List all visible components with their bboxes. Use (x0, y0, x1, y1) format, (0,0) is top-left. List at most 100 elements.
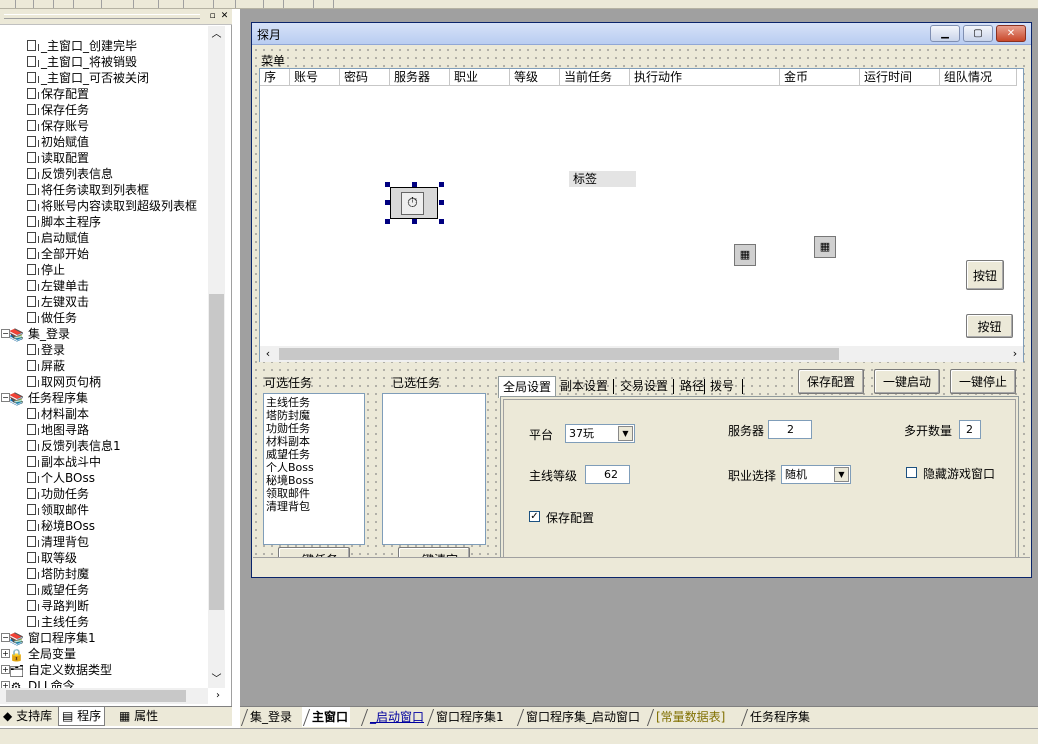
resize-handle[interactable] (385, 200, 390, 205)
tree-item[interactable]: 全部开始 (27, 246, 89, 262)
tab-trade-settings[interactable]: 交易设置 (616, 376, 672, 396)
column-header[interactable]: 服务器 (390, 69, 450, 86)
document-tab[interactable]: 集_登录 (240, 707, 294, 727)
tree-item[interactable]: 启动赋值 (27, 230, 89, 246)
toolbar-button[interactable] (300, 0, 314, 8)
list-item[interactable]: 功勋任务 (266, 422, 362, 435)
resize-handle[interactable] (385, 182, 390, 187)
toolbar-button[interactable] (2, 0, 16, 8)
column-header[interactable]: 等级 (510, 69, 560, 86)
list-item[interactable]: 清理背包 (266, 500, 362, 513)
minimize-icon[interactable]: ▁ (930, 25, 960, 42)
server-input[interactable]: 2 (768, 420, 812, 439)
list-horizontal-scrollbar[interactable]: ‹ › (260, 346, 1023, 362)
resize-handle[interactable] (412, 182, 417, 187)
list-item[interactable]: 威望任务 (266, 448, 362, 461)
maximize-icon[interactable]: ▢ (963, 25, 993, 42)
tree-item[interactable]: 副本战斗中 (27, 454, 101, 470)
tab-dungeon-settings[interactable]: 副本设置 (556, 376, 612, 396)
account-list-view[interactable]: 序账号 密码 服务器 职业 等级 当前任务 执行动作 金币 运行时间 组队情况 ‹ › (259, 68, 1024, 362)
tree-item[interactable]: _主窗口_将被销毁 (27, 54, 137, 70)
tree-item[interactable]: _主窗口_创建完毕 (27, 38, 137, 54)
toolbar-button[interactable] (145, 0, 159, 8)
toolbar-button[interactable] (40, 0, 54, 8)
tree-item[interactable]: 塔防封魔 (27, 566, 89, 582)
toolbar-button[interactable] (20, 0, 34, 8)
resize-handle[interactable] (439, 182, 444, 187)
chevron-right-icon[interactable]: › (1007, 346, 1023, 362)
toolbar-button[interactable] (320, 0, 334, 8)
tree-item[interactable]: 将任务读取到列表框 (27, 182, 149, 198)
tree-item[interactable]: 寻路判断 (27, 598, 89, 614)
tree-item[interactable]: 秘境BOss (27, 518, 95, 534)
tree-item[interactable]: 保存配置 (27, 86, 89, 102)
tree-item[interactable]: 个人BOss (27, 470, 95, 486)
toolbar-button[interactable] (222, 0, 236, 8)
toolbar-button[interactable] (250, 0, 264, 8)
column-header[interactable]: 运行时间 (860, 69, 940, 86)
tree-item[interactable]: 停止 (27, 262, 65, 278)
list-item[interactable]: 个人Boss (266, 461, 362, 474)
calendar-icon[interactable]: ▦ (734, 244, 756, 266)
scroll-thumb[interactable] (209, 294, 224, 610)
tree-item[interactable]: 屏蔽 (27, 358, 65, 374)
resize-handle[interactable] (439, 219, 444, 224)
column-header[interactable]: 组队情况 (940, 69, 1017, 86)
tree-item[interactable]: 清理背包 (27, 534, 89, 550)
tree-item[interactable]: 左键双击 (27, 294, 89, 310)
button-control[interactable]: 按钮 (966, 260, 1004, 290)
tree-group-item[interactable]: + ⚙ DLL命令 (1, 678, 75, 688)
tab-dial[interactable]: 拨号 (706, 376, 738, 396)
list-item[interactable]: 材料副本 (266, 435, 362, 448)
column-header[interactable]: 职业 (450, 69, 510, 86)
column-header[interactable]: 当前任务 (560, 69, 630, 86)
multi-open-input[interactable]: 2 (959, 420, 981, 439)
tree-group-item[interactable]: − 📚 窗口程序集1 (1, 630, 96, 646)
tab-global-settings[interactable]: 全局设置 (498, 376, 557, 398)
tree-item[interactable]: 功勋任务 (27, 486, 89, 502)
tree-item[interactable]: 将账号内容读取到超级列表框 (27, 198, 197, 214)
hide-window-checkbox[interactable] (906, 467, 917, 478)
chevron-up-icon[interactable]: ︿ (208, 26, 225, 43)
chevron-down-icon[interactable]: ▼ (618, 426, 633, 441)
tree-item[interactable]: 读取配置 (27, 150, 89, 166)
tree-group-item[interactable]: + 🔒 全局变量 (1, 646, 76, 662)
column-header[interactable]: 账号 (290, 69, 340, 86)
resize-handle[interactable] (385, 219, 390, 224)
tree-item[interactable]: 领取邮件 (27, 502, 89, 518)
tree-group-item[interactable]: − 📚 集_登录 (1, 326, 70, 342)
calendar-icon[interactable]: ▦ (814, 236, 836, 258)
tree-item[interactable]: 威望任务 (27, 582, 89, 598)
tree-item[interactable]: 地图寻路 (27, 422, 89, 438)
available-tasks-list[interactable]: 主线任务 塔防封魔 功勋任务 材料副本 威望任务 个人Boss 秘境Boss 领取邮件 清理背包 (263, 393, 365, 545)
tab-property[interactable]: ▦ 属性 (116, 707, 161, 726)
selected-tasks-list[interactable] (382, 393, 486, 545)
tab-support-library[interactable]: ◆ 支持库 (0, 707, 55, 726)
toolbar-button[interactable] (170, 0, 184, 8)
column-header[interactable]: 金币 (780, 69, 860, 86)
timer-control[interactable]: ⏱ (390, 187, 438, 219)
document-tab[interactable]: [常量数据表] (646, 707, 727, 727)
document-tab[interactable]: 窗口程序集1 (426, 707, 506, 727)
list-item[interactable]: 领取邮件 (266, 487, 362, 500)
scroll-thumb[interactable] (279, 348, 839, 360)
toolbar-button[interactable] (270, 0, 284, 8)
toolbar-button[interactable] (200, 0, 214, 8)
resize-handle[interactable] (439, 200, 444, 205)
tree-item[interactable]: 材料副本 (27, 406, 89, 422)
toolbar-button[interactable] (88, 0, 102, 8)
chevron-left-icon[interactable]: ‹ (260, 346, 276, 362)
document-tab[interactable]: _启动窗口 (360, 707, 426, 727)
tree-item[interactable]: _主窗口_可否被关闭 (27, 70, 149, 86)
tree-group-item[interactable]: − 📚 任务程序集 (1, 390, 88, 406)
tree-item[interactable]: 取网页句柄 (27, 374, 101, 390)
job-select[interactable]: 随机 ▼ (781, 465, 851, 484)
tree-item[interactable]: 取等级 (27, 550, 77, 566)
tree-item[interactable]: 保存账号 (27, 118, 89, 134)
tree-item[interactable]: 主线任务 (27, 614, 89, 630)
main-level-input[interactable]: 62 (585, 465, 630, 484)
save-config-checkbox[interactable]: ✓ (529, 511, 540, 522)
chevron-down-icon[interactable]: ▼ (834, 467, 849, 482)
tree-item[interactable]: 初始赋值 (27, 134, 89, 150)
close-icon[interactable]: ✕ (996, 25, 1026, 42)
